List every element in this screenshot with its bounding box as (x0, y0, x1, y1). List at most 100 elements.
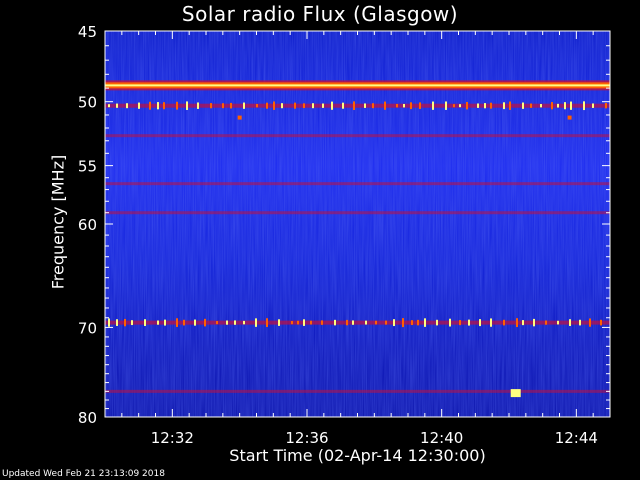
spike (459, 320, 461, 326)
spike (346, 319, 348, 326)
y-tick-label: 60 (78, 216, 97, 234)
spike (281, 103, 283, 109)
spike (579, 319, 581, 326)
spike (402, 318, 404, 328)
spike (108, 318, 110, 327)
spike (403, 103, 405, 108)
spike (385, 320, 387, 325)
spike (312, 103, 314, 109)
spike (144, 319, 146, 327)
spike (322, 103, 324, 108)
spike (278, 319, 280, 326)
spike (365, 320, 367, 325)
spike (410, 102, 412, 110)
spike (564, 102, 566, 110)
spike (592, 103, 594, 108)
y-tick-label: 80 (78, 409, 97, 427)
spike (273, 101, 275, 110)
spike (164, 319, 166, 326)
spike (509, 101, 511, 110)
updated-timestamp: Updated Wed Feb 21 23:13:09 2018 (2, 469, 165, 479)
spike (353, 101, 355, 111)
spike (600, 319, 602, 326)
bright-spot (510, 389, 521, 398)
spike (297, 320, 299, 325)
spike (417, 319, 419, 326)
burst-dot (237, 115, 242, 120)
spike (197, 102, 199, 109)
spike (222, 103, 224, 109)
spike (466, 101, 468, 110)
spike (540, 104, 542, 108)
spike (230, 102, 232, 109)
spike (131, 320, 133, 326)
spike (375, 320, 377, 325)
x-axis-label: Start Time (02-Apr-14 12:30:00) (229, 446, 486, 465)
y-axis-label: Frequency [MHz] (48, 154, 68, 290)
spike (484, 103, 486, 109)
spike (589, 318, 591, 327)
spike (468, 319, 470, 326)
spike (557, 320, 559, 325)
spike (243, 320, 245, 325)
spike (352, 320, 354, 325)
spike (124, 318, 126, 327)
spike (479, 319, 481, 327)
spike (310, 320, 312, 325)
spectrogram-chart: 45505560708012:32 12:36 12:40 12:44 (78, 23, 611, 447)
x-tick-label: 12:40 (420, 429, 463, 447)
spike (157, 320, 159, 325)
spike (331, 101, 333, 110)
spike (393, 319, 395, 327)
spike (436, 319, 438, 326)
spike (453, 104, 455, 108)
spike (522, 102, 524, 109)
spike (291, 320, 293, 325)
spike (445, 101, 447, 110)
spike (557, 103, 559, 108)
weak-band (105, 211, 610, 215)
spike (372, 103, 374, 109)
spike (176, 101, 178, 110)
spike (530, 103, 532, 108)
spike (226, 320, 228, 325)
spike (419, 102, 421, 109)
spike (157, 102, 159, 110)
chart-title: Solar radio Flux (Glasgow) (181, 2, 459, 26)
spike (334, 319, 336, 326)
x-tick-label: 12:44 (555, 429, 598, 447)
spike (396, 103, 398, 108)
spike (551, 102, 553, 110)
spike (256, 104, 258, 108)
spike (342, 102, 344, 109)
spiky-band (105, 103, 610, 108)
spike (303, 319, 305, 326)
spike (116, 319, 118, 326)
spike (194, 319, 196, 326)
spike (522, 320, 524, 326)
spike (424, 318, 426, 327)
spike (411, 320, 413, 326)
burst-dot (567, 115, 572, 120)
spike (432, 101, 434, 110)
spike (294, 102, 296, 109)
spike (255, 318, 257, 327)
spike (364, 103, 366, 108)
spike (266, 102, 268, 109)
spike (183, 319, 185, 326)
spike (138, 102, 140, 109)
spike (216, 321, 218, 325)
spike (569, 319, 571, 327)
spike (545, 320, 547, 325)
spike (108, 104, 110, 108)
spike (186, 101, 188, 110)
y-tick-label: 70 (78, 319, 97, 337)
spike (384, 101, 386, 110)
weak-band (105, 134, 610, 138)
spike (570, 101, 572, 110)
spike (266, 318, 268, 327)
y-tick-label: 50 (78, 94, 97, 112)
spike (126, 103, 128, 109)
spike (234, 320, 236, 325)
y-tick-label: 55 (78, 158, 97, 176)
